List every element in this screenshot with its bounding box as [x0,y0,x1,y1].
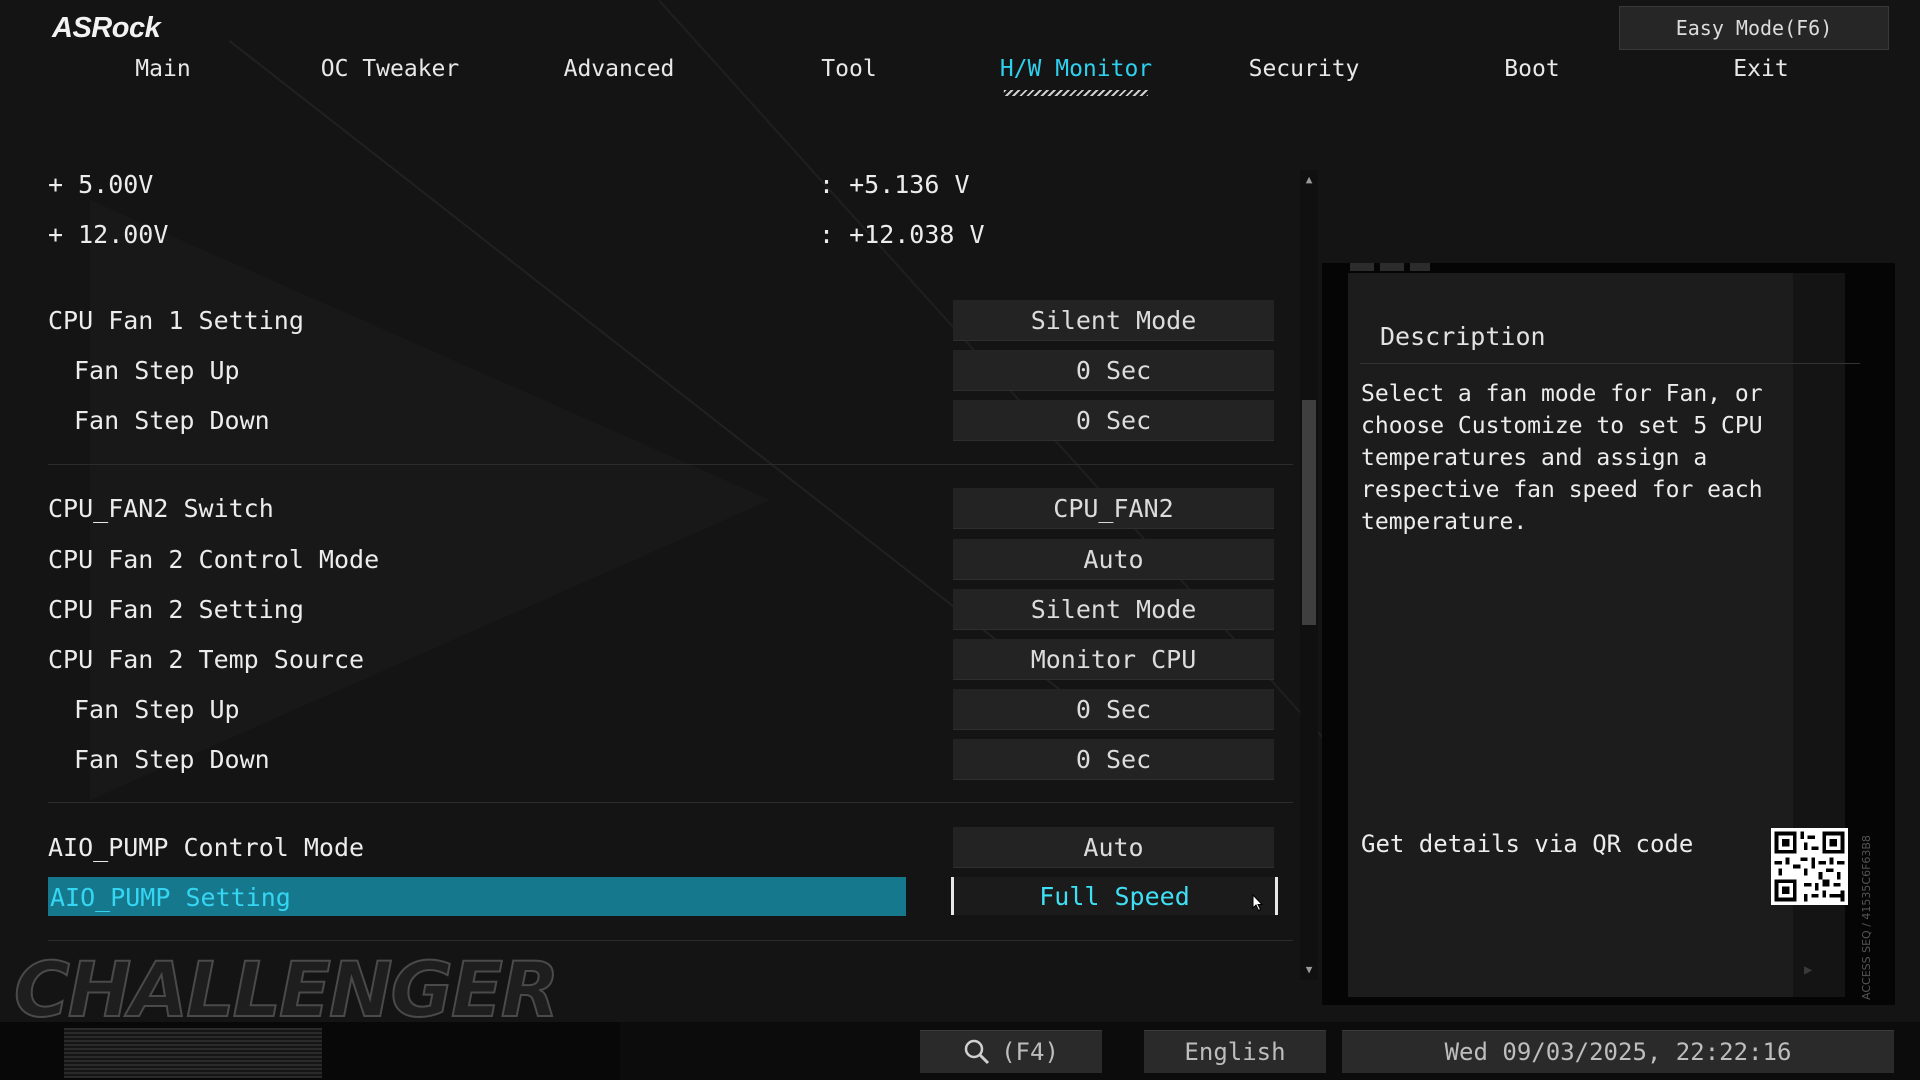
setting-row-fan2-step-up[interactable]: Fan Step Up 0 Sec [48,689,1293,730]
setting-value-button[interactable]: Monitor CPU [953,639,1274,680]
voltage-value: : +5.136 V [819,170,970,199]
voltage-row-12v: + 12.00V : +12.038 V [48,214,1293,254]
triangle-up-icon[interactable]: ▲ [1302,172,1316,186]
setting-label: CPU_FAN2 Switch [48,494,274,523]
setting-value-button[interactable]: CPU_FAN2 [953,488,1274,529]
setting-row-cpu-fan2-switch[interactable]: CPU_FAN2 Switch CPU_FAN2 [48,488,1293,529]
voltage-label: + 5.00V [48,170,154,199]
setting-row-fan1-step-down[interactable]: Fan Step Down 0 Sec [48,400,1293,441]
setting-value-button[interactable]: Silent Mode [953,589,1274,630]
setting-label: Fan Step Up [74,356,240,385]
easy-mode-button[interactable]: Easy Mode(F6) [1619,6,1889,50]
description-title: Description [1380,322,1546,351]
tab-label: Advanced [563,56,675,82]
setting-label: CPU Fan 2 Control Mode [48,545,380,574]
search-button[interactable]: (F4) [920,1030,1102,1073]
language-button[interactable]: English [1144,1030,1326,1073]
setting-row-fan1-step-up[interactable]: Fan Step Up 0 Sec [48,350,1293,391]
setting-label: CPU Fan 2 Temp Source [48,645,365,674]
triangle-right-icon: ▶ [1804,962,1813,978]
setting-value-button[interactable]: 0 Sec [953,400,1274,441]
setting-row-cpu-fan2-control-mode[interactable]: CPU Fan 2 Control Mode Auto [48,539,1293,580]
challenger-watermark: CHALLENGER [13,944,560,1035]
tab-advanced[interactable]: Advanced [564,56,675,82]
setting-value-button[interactable]: Auto [953,827,1274,868]
tab-label: Boot [1504,56,1560,82]
setting-row-cpu-fan1-setting[interactable]: CPU Fan 1 Setting Silent Mode [48,300,1293,341]
tab-label: Tool [821,56,877,82]
setting-label: CPU Fan 1 Setting [48,306,304,335]
tab-security[interactable]: Security [1249,56,1360,82]
mouse-pointer-icon [1252,894,1264,912]
tab-boot[interactable]: Boot [1504,56,1559,82]
qr-label: Get details via QR code [1361,830,1694,858]
setting-row-aio-pump-control-mode[interactable]: AIO_PUMP Control Mode Auto [48,827,1293,868]
setting-value-button[interactable]: 0 Sec [953,350,1274,391]
voltage-value: : +12.038 V [819,220,985,249]
tab-exit[interactable]: Exit [1733,56,1788,82]
setting-label: CPU Fan 2 Setting [48,595,304,624]
asrock-logo: ASRock [52,12,161,44]
magnifier-icon [964,1039,990,1065]
description-text: Select a fan mode for Fan, or choose Cus… [1361,381,1763,535]
tab-label: Security [1248,56,1360,82]
top-tab-bar: Main OC Tweaker Advanced Tool H/W Monito… [0,56,1920,96]
triangle-down-icon[interactable]: ▼ [1302,962,1316,976]
voltage-row-5v: + 5.00V : +5.136 V [48,164,1293,204]
section-divider [48,940,1293,941]
datetime-display: Wed 09/03/2025, 22:22:16 [1342,1030,1894,1073]
tab-label: Exit [1733,56,1789,82]
qr-code-icon[interactable] [1771,828,1848,905]
setting-row-cpu-fan2-setting[interactable]: CPU Fan 2 Setting Silent Mode [48,589,1293,630]
setting-row-cpu-fan2-temp-source[interactable]: CPU Fan 2 Temp Source Monitor CPU [48,639,1293,680]
scrollbar-thumb[interactable] [1302,400,1316,625]
tab-label: OC Tweaker [320,56,460,82]
setting-row-fan2-step-down[interactable]: Fan Step Down 0 Sec [48,739,1293,780]
tab-tool[interactable]: Tool [821,56,876,82]
search-shortcut-label: (F4) [1001,1038,1059,1066]
footer-hatch [64,1028,322,1078]
access-sequence-code: ACCESS SEQ / 41535C6F63B8 [1860,835,1873,1000]
tab-label: Main [135,56,191,82]
tab-label: H/W Monitor [999,56,1153,82]
setting-value-button[interactable]: 0 Sec [953,689,1274,730]
setting-label: Fan Step Down [74,745,270,774]
active-tab-underline [1003,90,1149,96]
setting-label: Fan Step Down [74,406,270,435]
setting-row-aio-pump-setting[interactable]: AIO_PUMP Setting Full Speed [48,877,1293,917]
tab-oc-tweaker[interactable]: OC Tweaker [321,56,459,82]
tab-hw-monitor[interactable]: H/W Monitor [999,56,1153,96]
setting-value-button[interactable]: Auto [953,539,1274,580]
section-divider [48,464,1293,465]
section-divider [48,802,1293,803]
setting-value-button[interactable]: 0 Sec [953,739,1274,780]
voltage-label: + 12.00V [48,220,169,249]
description-frame-ticks [1350,263,1430,271]
setting-value-button[interactable]: Silent Mode [953,300,1274,341]
description-rule [1360,363,1860,364]
setting-label: AIO_PUMP Control Mode [48,833,365,862]
setting-value-button[interactable]: Full Speed [951,877,1278,915]
setting-label: AIO_PUMP Setting [50,883,291,912]
tab-main[interactable]: Main [135,56,190,82]
setting-label: Fan Step Up [74,695,240,724]
